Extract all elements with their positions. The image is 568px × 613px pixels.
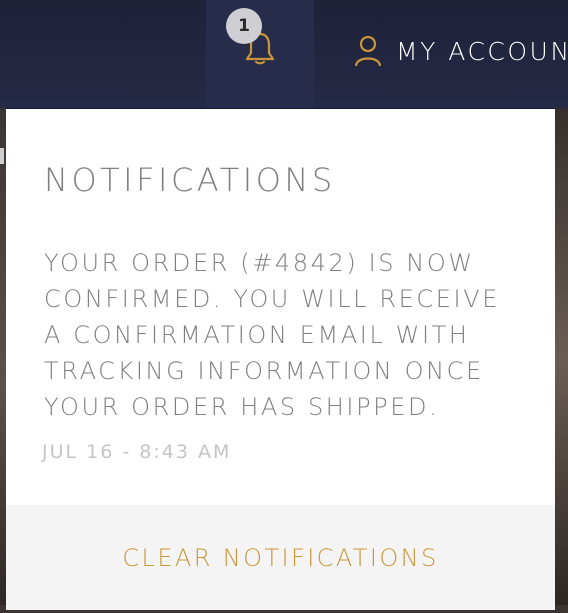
notifications-dropdown: NOTIFICATIONS YOUR ORDER (#4842) IS NOW … xyxy=(6,109,555,610)
clear-notifications-button[interactable]: CLEAR NOTIFICATIONS xyxy=(6,505,555,610)
my-account-label: MY ACCOUN xyxy=(396,36,568,66)
notification-count-badge: 1 xyxy=(226,8,262,44)
notification-timestamp: JUL 16 - 8:43 AM xyxy=(42,441,232,463)
clear-notifications-label: CLEAR NOTIFICATIONS xyxy=(122,543,439,572)
top-navigation-bar: 1 MY ACCOUN xyxy=(0,0,568,108)
background-edge xyxy=(0,148,4,164)
my-account-link[interactable]: MY ACCOUN xyxy=(354,34,568,68)
notification-message: YOUR ORDER (#4842) IS NOW CONFIRMED. YOU… xyxy=(44,249,501,421)
background-image-right xyxy=(555,108,568,613)
notifications-title: NOTIFICATIONS xyxy=(44,161,336,199)
user-icon xyxy=(354,35,382,67)
